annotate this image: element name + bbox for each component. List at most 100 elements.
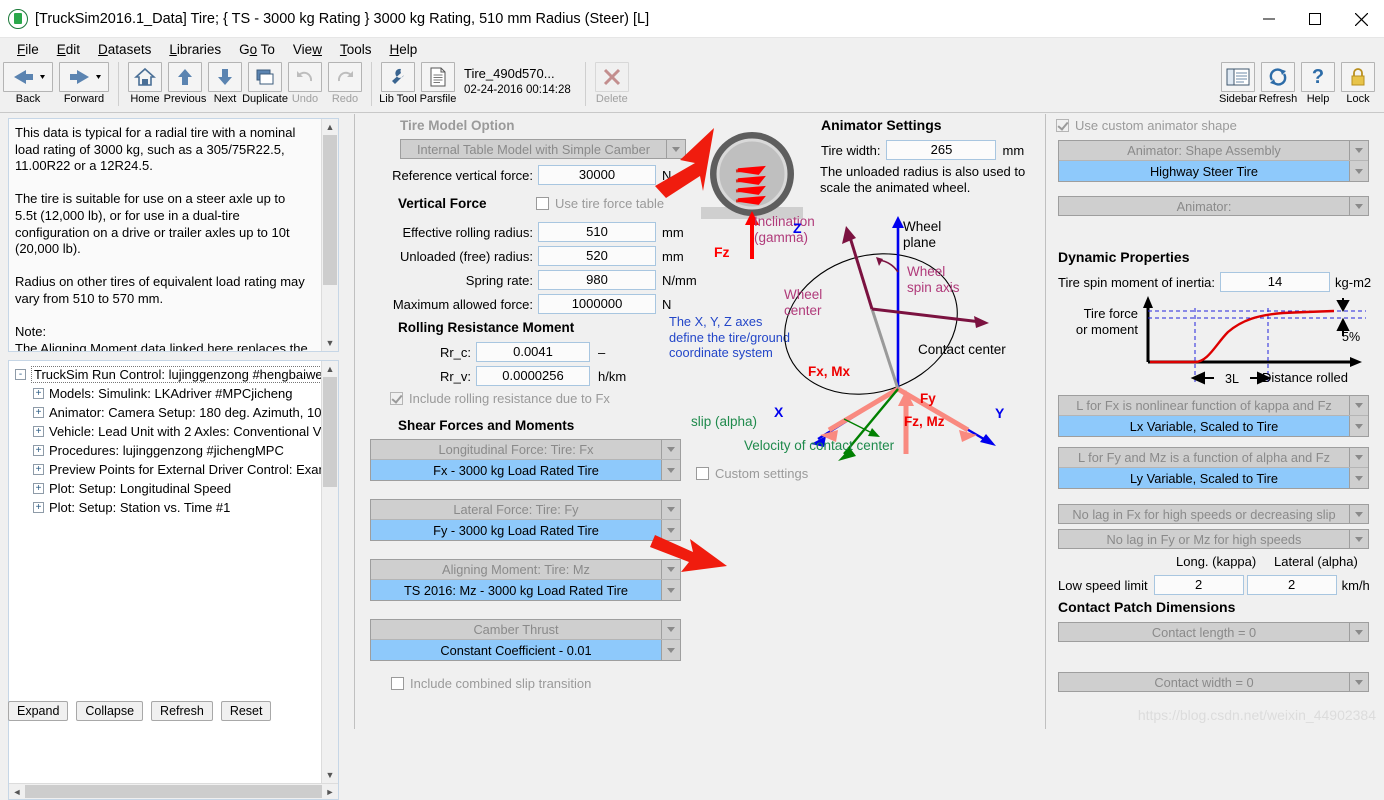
scroll-down-icon[interactable]: ▼ — [322, 335, 338, 351]
longitudinal-force-value-combo[interactable]: Fx - 3000 kg Load Rated Tire — [371, 460, 680, 480]
tree-row[interactable]: + Procedures: lujinggenzong #jichengMPC — [15, 441, 323, 460]
forward-button[interactable]: Forward — [57, 62, 111, 105]
rr-c-input[interactable]: 0.0041 — [476, 342, 590, 362]
sidebar-button[interactable]: Sidebar — [1219, 62, 1257, 105]
refresh-button[interactable]: Refresh — [1259, 62, 1297, 105]
use-tire-force-table-checkbox[interactable] — [536, 197, 549, 210]
shape-assembly-value-combo[interactable]: Highway Steer Tire — [1059, 161, 1368, 181]
menu-libraries[interactable]: Libraries — [160, 40, 230, 59]
chevron-down-icon[interactable] — [1349, 197, 1368, 215]
tire-width-input[interactable]: 265 — [886, 140, 997, 160]
chevron-down-icon[interactable] — [1349, 505, 1368, 523]
low-speed-kappa-input[interactable]: 2 — [1153, 575, 1244, 595]
tree-row[interactable]: + Vehicle: Lead Unit with 2 Axles: Conve… — [15, 422, 323, 441]
tree-toggle-icon[interactable]: + — [33, 464, 44, 475]
chevron-down-icon[interactable] — [661, 620, 680, 639]
lib-tool-button[interactable]: Lib Tool — [379, 62, 417, 105]
ly-value-combo[interactable]: Ly Variable, Scaled to Tire — [1059, 468, 1368, 488]
aligning-moment-value-combo[interactable]: TS 2016: Mz - 3000 kg Load Rated Tire — [371, 580, 680, 600]
scroll-up-icon[interactable]: ▲ — [322, 119, 338, 135]
chevron-down-icon[interactable] — [661, 580, 680, 600]
tree-row[interactable]: + Models: Simulink: LKAdriver #MPCjichen… — [15, 384, 323, 403]
chevron-down-icon[interactable] — [1349, 161, 1368, 181]
lateral-force-value-combo[interactable]: Fy - 3000 kg Load Rated Tire — [371, 520, 680, 540]
lx-header-combo[interactable]: L for Fx is nonlinear function of kappa … — [1059, 396, 1368, 416]
duplicate-button[interactable]: Duplicate — [242, 62, 288, 105]
camber-thrust-value-combo[interactable]: Constant Coefficient - 0.01 — [371, 640, 680, 660]
chevron-down-icon[interactable] — [666, 140, 685, 158]
maximize-button[interactable] — [1292, 0, 1338, 38]
menu-view[interactable]: View — [284, 40, 331, 59]
tree-row[interactable]: - TruckSim Run Control: lujinggenzong #h… — [15, 365, 323, 384]
help-button[interactable]: ? Help — [1299, 62, 1337, 105]
include-combined-slip-checkbox[interactable] — [391, 677, 404, 690]
menu-datasets[interactable]: Datasets — [89, 40, 160, 59]
expand-button[interactable]: Expand — [8, 701, 69, 721]
chevron-down-icon[interactable] — [1349, 416, 1368, 436]
rr-v-input[interactable]: 0.0000256 — [476, 366, 590, 386]
chevron-down-icon[interactable] — [1349, 396, 1368, 415]
menu-edit[interactable]: Edit — [48, 40, 89, 59]
custom-settings-checkbox[interactable] — [696, 467, 709, 480]
nolag-fy-combo[interactable]: No lag in Fy or Mz for high speeds — [1058, 529, 1369, 549]
tire-spin-input[interactable]: 14 — [1220, 272, 1331, 292]
previous-button[interactable]: Previous — [164, 62, 206, 105]
aligning-moment-header-combo[interactable]: Aligning Moment: Tire: Mz — [371, 560, 680, 580]
scroll-down-icon[interactable]: ▼ — [322, 767, 338, 783]
back-button[interactable]: Back — [1, 62, 55, 105]
include-combined-slip-row[interactable]: Include combined slip transition — [391, 676, 591, 691]
minimize-button[interactable] — [1246, 0, 1292, 38]
reset-button[interactable]: Reset — [220, 701, 272, 721]
maximum-allowed-force-input[interactable]: 1000000 — [538, 294, 656, 314]
lateral-force-header-combo[interactable]: Lateral Force: Tire: Fy — [371, 500, 680, 520]
tree-toggle-icon[interactable]: + — [33, 483, 44, 494]
tire-model-combo[interactable]: Internal Table Model with Simple Camber — [400, 139, 686, 159]
chevron-down-icon[interactable] — [661, 640, 680, 660]
low-speed-alpha-input[interactable]: 2 — [1246, 575, 1337, 595]
tree-toggle-icon[interactable]: + — [33, 426, 44, 437]
tree-row[interactable]: + Animator: Camera Setup: 180 deg. Azimu… — [15, 403, 323, 422]
reference-vertical-force-input[interactable]: 30000 — [538, 165, 656, 185]
scroll-right-icon[interactable]: ► — [322, 787, 338, 797]
collapse-button[interactable]: Collapse — [76, 701, 144, 721]
menu-help[interactable]: Help — [380, 40, 426, 59]
contact-length-combo[interactable]: Contact length = 0 — [1058, 622, 1369, 642]
effective-rolling-radius-input[interactable]: 510 — [538, 222, 656, 242]
scroll-thumb[interactable] — [323, 135, 337, 285]
shape-assembly-header-combo[interactable]: Animator: Shape Assembly — [1059, 141, 1368, 161]
chevron-down-icon[interactable] — [661, 520, 680, 540]
longitudinal-force-header-combo[interactable]: Longitudinal Force: Tire: Fx — [371, 440, 680, 460]
chevron-down-icon[interactable] — [661, 460, 680, 480]
chevron-down-icon[interactable] — [1349, 468, 1368, 488]
parsfile-button[interactable]: Parsfile — [419, 62, 457, 105]
tree-toggle-icon[interactable]: + — [33, 502, 44, 513]
next-button[interactable]: Next — [206, 62, 244, 105]
ly-header-combo[interactable]: L for Fy and Mz is a function of alpha a… — [1059, 448, 1368, 468]
nolag-fx-combo[interactable]: No lag in Fx for high speeds or decreasi… — [1058, 504, 1369, 524]
contact-width-combo[interactable]: Contact width = 0 — [1058, 672, 1369, 692]
tree-hscrollbar[interactable]: ◄ ► — [9, 783, 338, 799]
chevron-down-icon[interactable] — [1349, 141, 1368, 160]
lx-value-combo[interactable]: Lx Variable, Scaled to Tire — [1059, 416, 1368, 436]
scroll-left-icon[interactable]: ◄ — [9, 787, 25, 797]
camber-thrust-header-combo[interactable]: Camber Thrust — [371, 620, 680, 640]
chevron-down-icon[interactable] — [1349, 448, 1368, 467]
tree-row[interactable]: + Preview Points for External Driver Con… — [15, 460, 323, 479]
scroll-thumb[interactable] — [323, 377, 337, 487]
chevron-down-icon[interactable] — [1349, 673, 1368, 691]
tree-row[interactable]: + Plot: Setup: Longitudinal Speed — [15, 479, 323, 498]
chevron-down-icon[interactable] — [1349, 530, 1368, 548]
menu-file[interactable]: File — [8, 40, 48, 59]
unloaded-radius-input[interactable]: 520 — [538, 246, 656, 266]
chevron-down-icon[interactable] — [1349, 623, 1368, 641]
custom-settings-row[interactable]: Custom settings — [696, 466, 808, 481]
tree-toggle-icon[interactable]: + — [33, 388, 44, 399]
use-tire-force-table-row[interactable]: Use tire force table — [536, 196, 664, 211]
refresh-tree-button[interactable]: Refresh — [151, 701, 213, 721]
tree-row[interactable]: + Plot: Setup: Station vs. Time #1 — [15, 498, 323, 517]
chevron-down-icon[interactable] — [661, 560, 680, 579]
chevron-down-icon[interactable] — [661, 440, 680, 459]
spring-rate-input[interactable]: 980 — [538, 270, 656, 290]
scroll-thumb-h[interactable] — [25, 785, 322, 798]
menu-goto[interactable]: Go To — [230, 40, 284, 59]
